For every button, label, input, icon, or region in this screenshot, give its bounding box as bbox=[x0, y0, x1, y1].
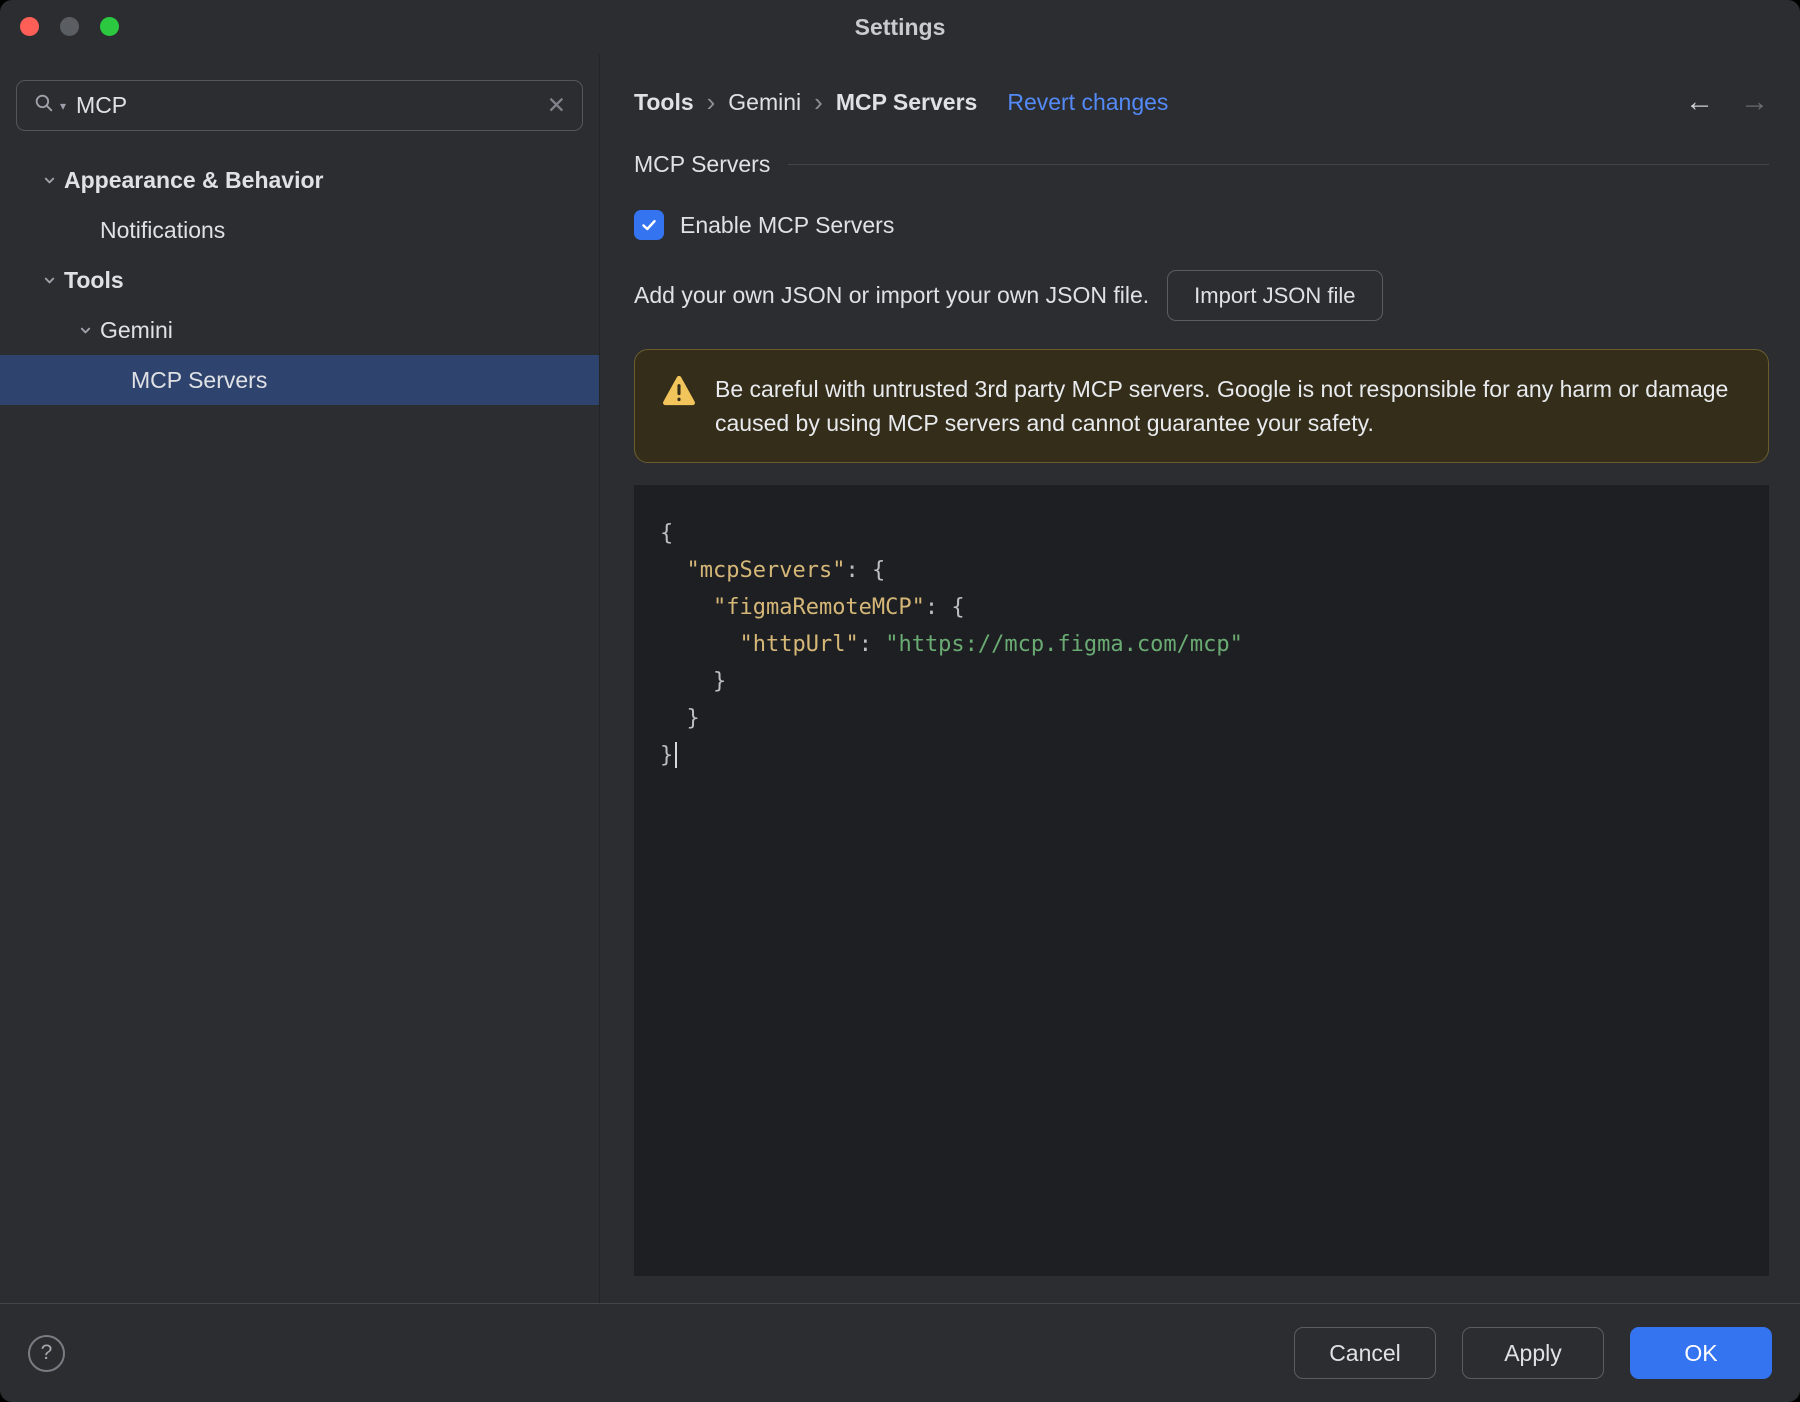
code-line[interactable]: "figmaRemoteMCP": { bbox=[660, 589, 1743, 626]
footer-bar: ? Cancel Apply OK bbox=[0, 1303, 1800, 1402]
warning-text: Be careful with untrusted 3rd party MCP … bbox=[715, 376, 1729, 436]
search-input[interactable] bbox=[76, 92, 537, 119]
sidebar-item-mcp-servers[interactable]: MCP Servers bbox=[0, 355, 599, 405]
section-divider bbox=[788, 164, 1769, 165]
import-json-file-button[interactable]: Import JSON file bbox=[1167, 270, 1383, 321]
warning-banner: Be careful with untrusted 3rd party MCP … bbox=[634, 349, 1769, 463]
sidebar-item-label: Notifications bbox=[100, 216, 226, 243]
enable-mcp-row: Enable MCP Servers bbox=[634, 210, 1769, 240]
ok-button[interactable]: OK bbox=[1630, 1327, 1772, 1379]
sidebar-item-label: Tools bbox=[64, 266, 124, 293]
sidebar-item-gemini[interactable]: Gemini bbox=[0, 305, 599, 355]
footer-buttons: Cancel Apply OK bbox=[1294, 1327, 1772, 1379]
traffic-lights bbox=[20, 17, 119, 36]
search-history-caret-icon[interactable]: ▾ bbox=[60, 99, 66, 113]
json-editor-code[interactable]: { "mcpServers": { "figmaRemoteMCP": { "h… bbox=[660, 515, 1743, 774]
code-line[interactable]: } bbox=[660, 737, 1743, 774]
history-nav: ← → bbox=[1685, 86, 1769, 119]
zoom-window-button[interactable] bbox=[100, 17, 119, 36]
breadcrumb: Tools › Gemini › MCP Servers Revert chan… bbox=[634, 82, 1769, 122]
checkmark-icon bbox=[642, 219, 656, 231]
titlebar: Settings bbox=[0, 0, 1800, 54]
help-icon: ? bbox=[40, 1341, 53, 1364]
code-line[interactable]: { bbox=[660, 515, 1743, 552]
help-button[interactable]: ? bbox=[28, 1334, 65, 1372]
breadcrumb-mcp-servers: MCP Servers bbox=[835, 88, 978, 115]
settings-sidebar: ▾ ✕ Appearance & Behavior Notifications bbox=[0, 54, 600, 1303]
content-area: ▾ ✕ Appearance & Behavior Notifications bbox=[0, 54, 1800, 1303]
code-line[interactable]: "httpUrl": "https://mcp.figma.com/mcp" bbox=[660, 626, 1743, 663]
forward-arrow-icon: → bbox=[1740, 85, 1769, 118]
revert-changes-link[interactable]: Revert changes bbox=[1007, 89, 1168, 116]
breadcrumb-tools[interactable]: Tools bbox=[634, 89, 694, 116]
mcp-servers-panel: Tools › Gemini › MCP Servers Revert chan… bbox=[600, 54, 1800, 1303]
sidebar-item-notifications[interactable]: Notifications bbox=[0, 205, 599, 255]
breadcrumb-separator-icon: › bbox=[706, 86, 716, 117]
chevron-down-icon[interactable] bbox=[34, 273, 64, 288]
sidebar-item-appearance-behavior[interactable]: Appearance & Behavior bbox=[0, 155, 599, 205]
warning-triangle-icon bbox=[661, 375, 697, 411]
apply-button[interactable]: Apply bbox=[1462, 1327, 1604, 1379]
chevron-down-icon[interactable] bbox=[34, 173, 64, 188]
close-window-button[interactable] bbox=[20, 17, 39, 36]
back-arrow-icon[interactable]: ← bbox=[1685, 86, 1714, 119]
section-header: MCP Servers bbox=[634, 151, 1769, 178]
sidebar-item-label: MCP Servers bbox=[131, 366, 268, 393]
window-title: Settings bbox=[854, 13, 946, 40]
clear-search-icon[interactable]: ✕ bbox=[547, 92, 566, 119]
chevron-down-icon[interactable] bbox=[70, 323, 100, 338]
enable-mcp-checkbox[interactable] bbox=[634, 210, 664, 240]
breadcrumb-gemini[interactable]: Gemini bbox=[728, 89, 801, 116]
section-title: MCP Servers bbox=[634, 151, 771, 177]
import-instruction-text: Add your own JSON or import your own JSO… bbox=[634, 282, 1150, 308]
settings-window: Settings ▾ ✕ Ap bbox=[0, 0, 1800, 1402]
json-editor[interactable]: { "mcpServers": { "figmaRemoteMCP": { "h… bbox=[634, 485, 1769, 1276]
sidebar-item-tools[interactable]: Tools bbox=[0, 255, 599, 305]
code-line[interactable]: } bbox=[660, 663, 1743, 700]
sidebar-item-label: Appearance & Behavior bbox=[64, 166, 324, 193]
code-line[interactable]: } bbox=[660, 700, 1743, 737]
minimize-window-button[interactable] bbox=[60, 17, 79, 36]
code-line[interactable]: "mcpServers": { bbox=[660, 552, 1743, 589]
settings-tree: Appearance & Behavior Notifications Tool… bbox=[0, 155, 599, 405]
cancel-button[interactable]: Cancel bbox=[1294, 1327, 1436, 1379]
import-row: Add your own JSON or import your own JSO… bbox=[634, 270, 1769, 321]
search-icon bbox=[33, 92, 56, 120]
breadcrumb-separator-icon: › bbox=[814, 86, 823, 117]
settings-search-field[interactable]: ▾ ✕ bbox=[16, 80, 583, 131]
enable-mcp-label: Enable MCP Servers bbox=[680, 211, 895, 238]
sidebar-item-label: Gemini bbox=[100, 316, 173, 343]
